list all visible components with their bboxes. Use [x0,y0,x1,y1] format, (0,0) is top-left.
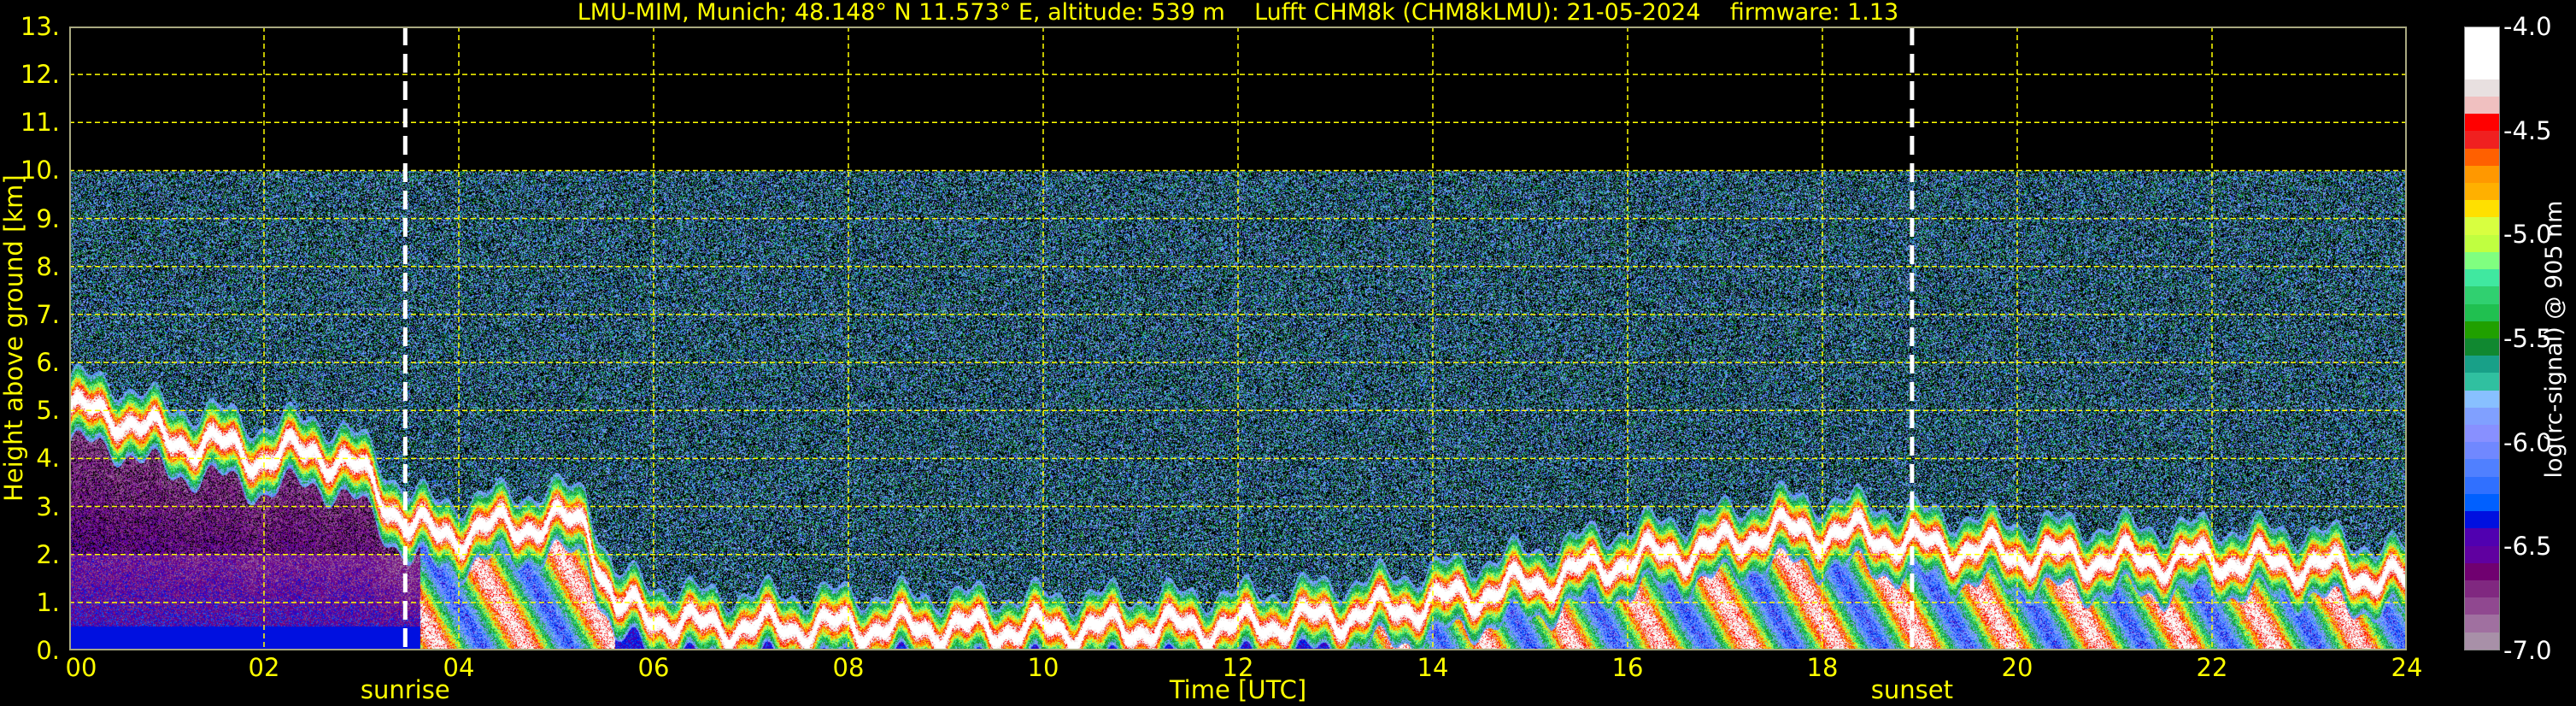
colorbar-swatch [2465,217,2499,235]
colorbar-swatch [2465,321,2499,338]
x-tick-label: 00 [65,653,97,682]
colorbar-swatch [2465,580,2499,598]
colorbar-swatch [2465,373,2499,391]
colorbar-swatch [2465,200,2499,218]
colorbar-swatch [2465,459,2499,477]
colorbar-swatch [2465,251,2499,270]
colorbar-tick-label: -4.0 [2503,12,2552,41]
y-tick-label: 2. [36,539,60,569]
x-tick-label: 10 [1027,653,1059,682]
colorbar-tick-label: -4.5 [2503,115,2552,145]
x-tick-label: 20 [2001,653,2033,682]
y-tick-label: 0. [36,636,60,665]
colorbar-swatch [2465,511,2499,529]
colorbar-swatch [2465,79,2499,97]
colorbar-swatch [2465,407,2499,426]
colorbar-tick-label: -7.0 [2503,636,2552,665]
y-axis-label: Height above ground [km] [0,174,28,502]
x-tick-label: 14 [1417,653,1449,682]
x-tick-label: 02 [248,653,280,682]
colorbar-swatch [2465,390,2499,408]
colorbar-swatch [2465,442,2499,460]
colorbar-swatch [2465,356,2499,374]
colorbar-swatch [2465,131,2499,149]
colorbar-swatch [2465,96,2499,115]
y-tick-label: 11. [20,108,60,138]
colorbar-swatch [2465,632,2499,650]
colorbar-swatch [2465,234,2499,252]
x-tick-label: 18 [1806,653,1839,682]
plot-area [69,26,2407,650]
x-tick-label: 22 [2196,653,2228,682]
colorbar-swatch [2465,303,2499,321]
colorbar-swatch [2465,476,2499,494]
x-tick-label: 08 [832,653,865,682]
colorbar-swatch [2465,425,2499,443]
x-axis-label: Time [UTC] [1169,675,1307,704]
y-tick-label: 13. [20,12,60,41]
x-tick-label: 16 [1611,653,1644,682]
y-tick-label: 12. [20,60,60,90]
colorbar-swatch [2465,27,2499,45]
colorbar-swatch [2465,338,2499,356]
colorbar-swatch [2465,269,2499,287]
x-tick-label: 06 [637,653,670,682]
colorbar-swatch [2465,615,2499,632]
colorbar [2464,26,2500,650]
colorbar-swatch [2465,528,2499,546]
sunset-label: sunset [1870,675,1953,704]
colorbar-label: log(rc-signal) @ 905 nm [2541,200,2567,479]
colorbar-swatch [2465,493,2499,512]
colorbar-swatch [2465,165,2499,183]
colorbar-swatch [2465,62,2499,79]
grid-overlay [69,26,2407,650]
colorbar-swatch [2465,182,2499,201]
sunrise-label: sunrise [360,675,450,704]
colorbar-swatch [2465,545,2499,563]
colorbar-swatch [2465,562,2499,580]
colorbar-swatch [2465,148,2499,166]
colorbar-swatch [2465,597,2499,615]
chart-title: LMU-MIM, Munich; 48.148° N 11.573° E, al… [577,0,1899,26]
colorbar-swatch [2465,286,2499,304]
colorbar-swatch [2465,114,2499,132]
colorbar-swatch [2465,44,2499,62]
colorbar-tick-label: -6.5 [2503,532,2552,562]
x-tick-label: 24 [2391,653,2423,682]
y-tick-label: 1. [36,587,60,617]
